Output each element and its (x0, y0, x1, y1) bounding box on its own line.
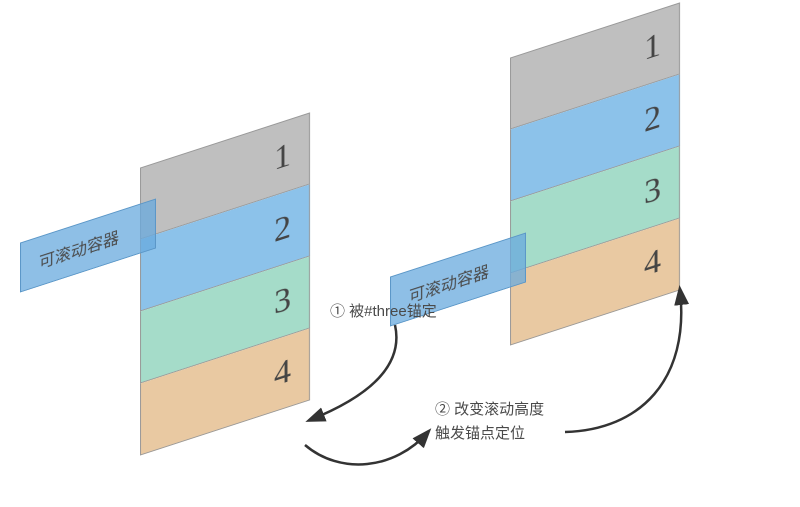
diagram-stage: 1 2 3 4 可滚动容器 1 2 3 4 可滚动容器 (0, 0, 800, 507)
arrow-caption-b-to-right-stack (0, 0, 800, 507)
